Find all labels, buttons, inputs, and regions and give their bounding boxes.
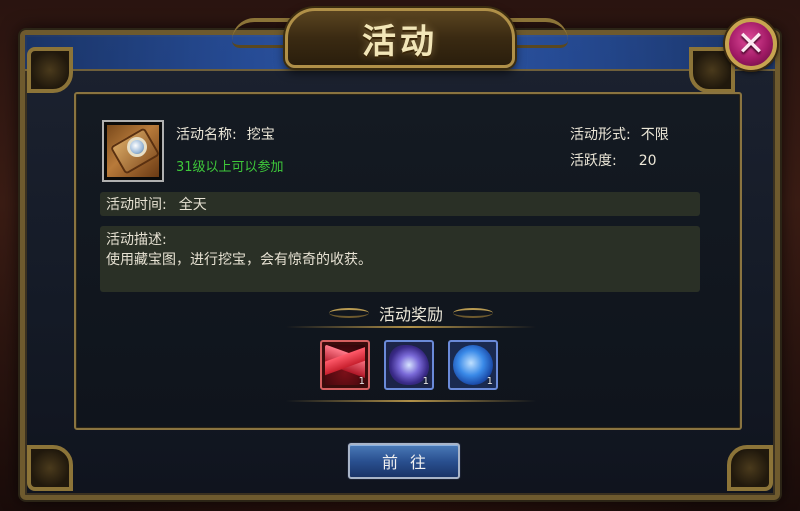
activity-description-label: 活动描述:	[106, 232, 167, 248]
reward-list: 1 1 1	[320, 340, 498, 390]
divider	[286, 400, 536, 402]
title-plate: 活动	[285, 8, 515, 68]
close-button[interactable]: ✕	[725, 18, 777, 70]
reward-slot[interactable]: 1	[448, 340, 498, 390]
activity-name-label: 活动名称:	[176, 127, 237, 143]
title-wing-right	[508, 18, 568, 48]
reward-quantity: 1	[358, 376, 365, 387]
reward-slot[interactable]: 1	[384, 340, 434, 390]
activity-points-label: 活跃度:	[570, 153, 617, 169]
corner-ornament	[27, 445, 73, 491]
activity-form: 活动形式: 不限	[570, 124, 669, 144]
reward-slot[interactable]: 1	[320, 340, 370, 390]
ornament-icon	[453, 308, 493, 318]
activity-time-bar: 活动时间: 全天	[100, 192, 700, 216]
go-button[interactable]: 前往	[348, 443, 460, 479]
rewards-title: 活动奖励	[378, 305, 443, 324]
activity-panel: 活动名称: 挖宝 31级以上可以参加 活动形式: 不限 活跃度: 20 活动时间: 全…	[74, 92, 742, 430]
title-wing-left	[232, 18, 292, 48]
activity-description-text: 使用藏宝图，进行挖宝，会有惊奇的收获。	[106, 252, 372, 268]
activity-icon-frame	[102, 120, 164, 182]
activity-time-label: 活动时间:	[106, 197, 167, 213]
close-icon: ✕	[736, 24, 766, 64]
corner-ornament	[727, 445, 773, 491]
rewards-header: 活动奖励	[296, 299, 526, 327]
ornament-icon	[328, 308, 369, 318]
window-title: 活动	[362, 21, 438, 62]
activity-name-value: 挖宝	[246, 127, 275, 143]
activity-name: 活动名称: 挖宝	[176, 124, 275, 144]
activity-form-value: 不限	[640, 127, 669, 143]
level-requirement: 31级以上可以参加	[176, 160, 284, 175]
reward-quantity: 1	[422, 376, 429, 387]
treasure-map-icon	[107, 125, 159, 177]
activity-description-box: 活动描述: 使用藏宝图，进行挖宝，会有惊奇的收获。	[100, 226, 700, 292]
corner-ornament	[27, 47, 73, 93]
activity-form-label: 活动形式:	[570, 127, 631, 143]
reward-quantity: 1	[486, 376, 493, 387]
magnifier-shape	[127, 137, 147, 157]
activity-points: 活跃度: 20	[570, 150, 657, 170]
activity-time-value: 全天	[178, 197, 207, 213]
activity-points-value: 20	[638, 153, 657, 169]
